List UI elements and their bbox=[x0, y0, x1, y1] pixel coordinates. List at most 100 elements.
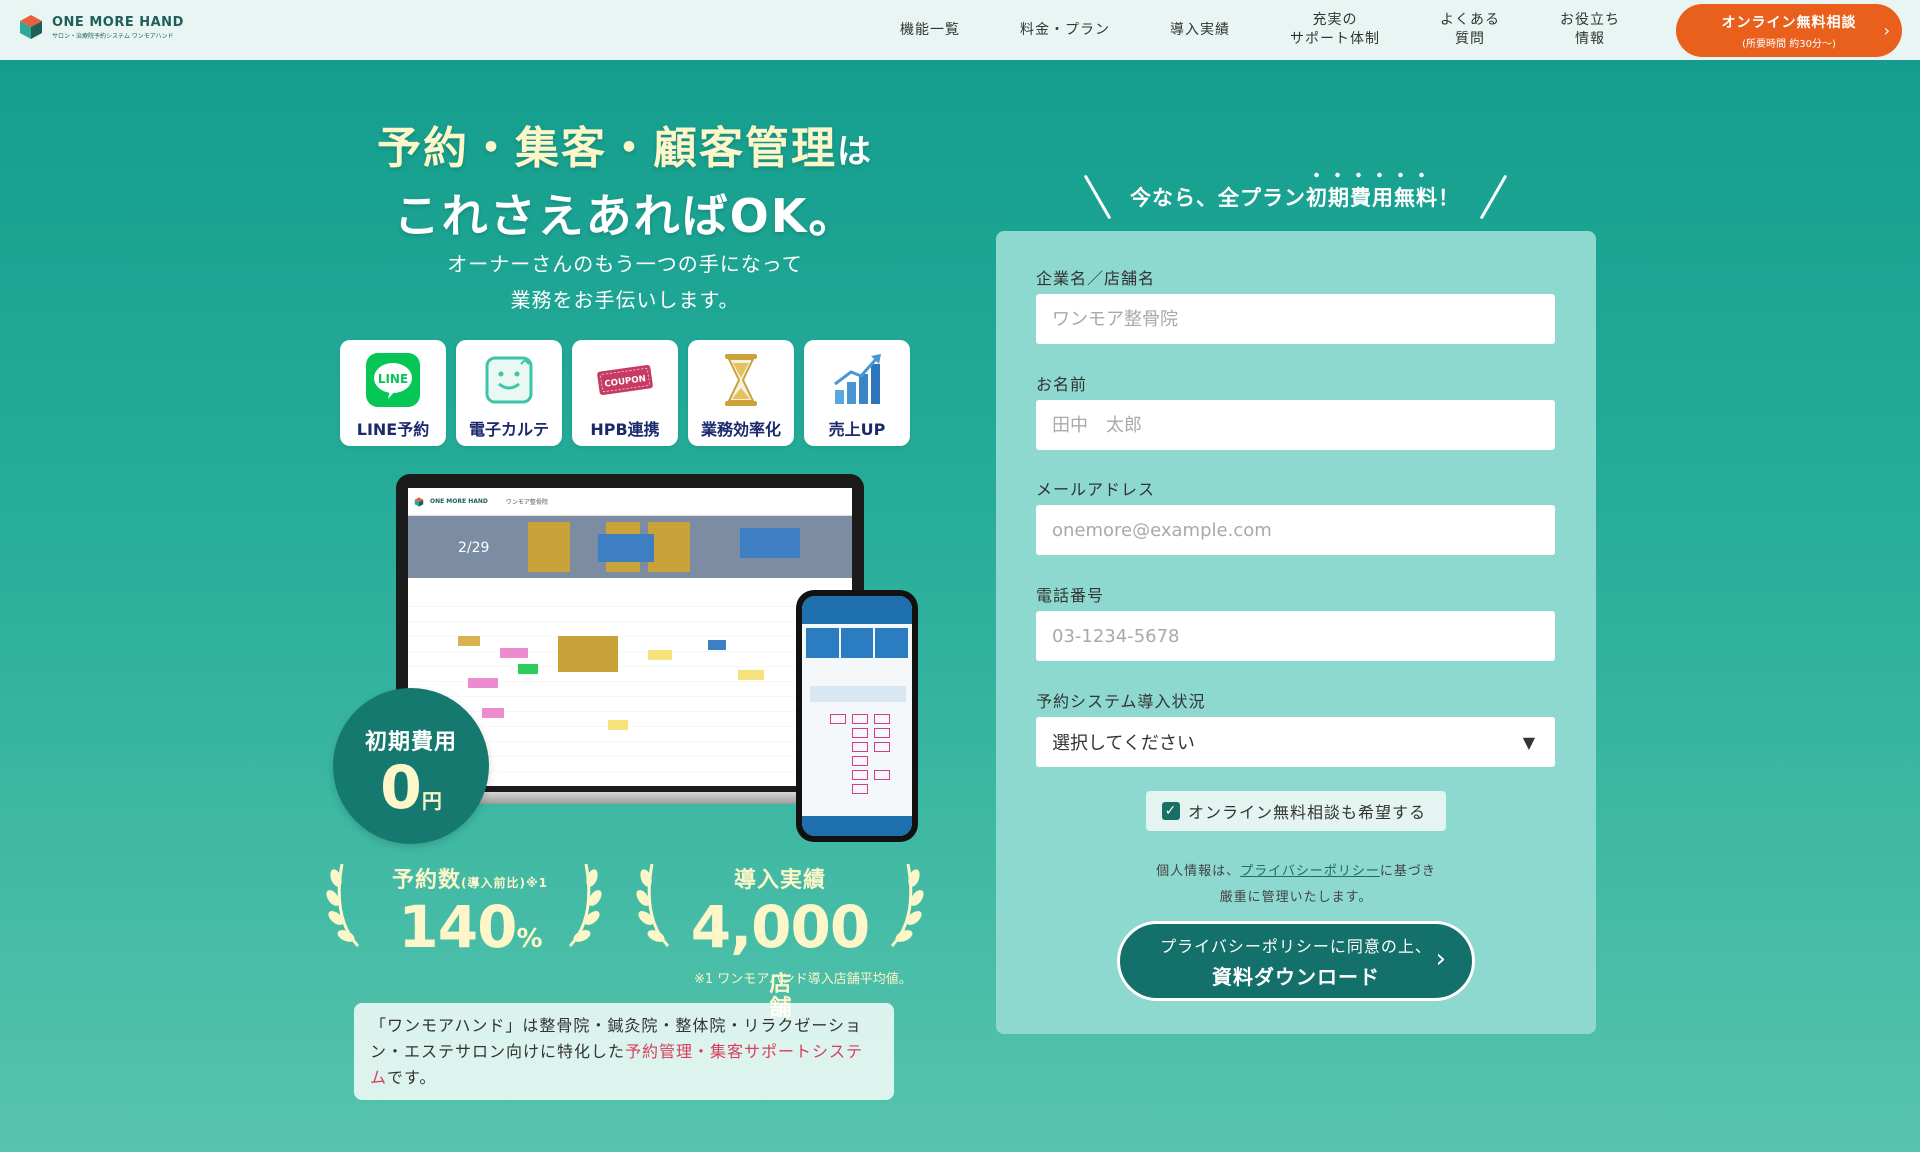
chevron-right-icon: › bbox=[1883, 21, 1890, 40]
hero-title: 予約・集客・顧客管理は これさえあればOK。 bbox=[330, 112, 920, 246]
form-heading: 今なら、全プラン初期費用無料！ bbox=[1080, 158, 1510, 220]
feature-sales-up: 売上UP bbox=[804, 340, 910, 446]
name-input[interactable] bbox=[1036, 400, 1555, 450]
stat-introductions-caption: 導入実績 bbox=[733, 868, 826, 893]
company-input[interactable] bbox=[1036, 294, 1555, 344]
nav-item-faq[interactable]: よくある 質問 bbox=[1410, 11, 1530, 49]
privacy-text-line2: 厳重に管理いたします。 bbox=[1219, 890, 1373, 905]
hero-subtitle-line2: 業務をお手伝いします。 bbox=[510, 288, 740, 312]
nav-item-cases[interactable]: 導入実績 bbox=[1140, 21, 1260, 40]
online-consult-checkbox-label: オンライン無料相談も希望する bbox=[1188, 803, 1427, 822]
feature-line-reservation: LINE LINE予約 bbox=[340, 340, 446, 446]
stat-reservations-caption: 予約数 bbox=[391, 868, 461, 893]
initial-cost-number: 0 bbox=[380, 753, 422, 823]
coupon-icon: COUPON bbox=[595, 350, 655, 410]
nav-item-support[interactable]: 充実の サポート体制 bbox=[1260, 11, 1410, 49]
app-brand: ONE MORE HAND bbox=[430, 498, 488, 505]
app-store-name: ワンモア整骨院 bbox=[505, 499, 548, 506]
feature-label: LINE予約 bbox=[356, 420, 430, 439]
email-label: メールアドレス bbox=[1036, 480, 1156, 499]
online-consult-label: オンライン無料相談 bbox=[1721, 14, 1857, 31]
laurel-left-icon bbox=[326, 863, 360, 948]
feature-label: 売上UP bbox=[828, 420, 886, 439]
stat-footnote: ※1 ワンモアハンド導入店舗平均値。 bbox=[694, 972, 912, 987]
hero-title-line2: これさえあればOK。 bbox=[393, 189, 857, 243]
phone-app-tiles bbox=[802, 624, 912, 662]
main-nav: 機能一覧 料金・プラン 導入実績 充実の サポート体制 よくある 質問 お役立ち… bbox=[870, 0, 1650, 60]
nav-item-features[interactable]: 機能一覧 bbox=[870, 21, 990, 40]
system-status-label: 予約システム導入状況 bbox=[1036, 692, 1206, 711]
stat-introductions-value: 4,000 bbox=[690, 893, 870, 961]
feature-efficiency: 業務効率化 bbox=[688, 340, 794, 446]
svg-text:LINE: LINE bbox=[378, 372, 408, 386]
online-consult-checkbox-row[interactable]: ✓ オンライン無料相談も希望する bbox=[1146, 791, 1446, 831]
logo[interactable]: ONE MORE HAND サロン・治療院予約システム ワンモアハンド bbox=[18, 14, 184, 40]
system-status-value: 選択してください bbox=[1052, 733, 1195, 754]
feature-e-chart: 電子カルテ bbox=[456, 340, 562, 446]
hourglass-icon bbox=[711, 350, 771, 410]
stat-reservations: 予約数(導入前比)※1 140% bbox=[370, 862, 570, 972]
feature-list: LINE LINE予約 電子カルテ COUPON HPB連携 業務効率化 売上U… bbox=[340, 340, 910, 446]
laurel-right-icon bbox=[568, 863, 602, 948]
chevron-right-icon: › bbox=[1435, 944, 1446, 974]
feature-label: 業務効率化 bbox=[700, 420, 781, 439]
product-description: 「ワンモアハンド」は整骨院・鍼灸院・整体院・リラクゼーション・エステサロン向けに… bbox=[354, 1003, 894, 1100]
stat-reservations-caption-small: (導入前比) bbox=[461, 876, 526, 890]
online-consult-button[interactable]: オンライン無料相談 (所要時間 約30分〜) › bbox=[1676, 4, 1902, 57]
laurel-left-icon bbox=[636, 863, 670, 948]
hero-subtitle: オーナーさんのもう一つの手になって 業務をお手伝いします。 bbox=[330, 246, 920, 318]
privacy-text-end: に基づき bbox=[1379, 864, 1436, 879]
calendar-date: 2/29 bbox=[458, 540, 490, 556]
checkbox-checked-icon[interactable]: ✓ bbox=[1162, 802, 1180, 820]
company-label: 企業名／店舗名 bbox=[1036, 269, 1156, 288]
logo-mark-icon bbox=[18, 14, 44, 40]
app-header: ONE MORE HAND ワンモア整骨院 bbox=[408, 488, 852, 516]
tablet-chart-icon bbox=[479, 350, 539, 410]
phone-input[interactable] bbox=[1036, 611, 1555, 661]
name-label: お名前 bbox=[1036, 375, 1088, 394]
logo-subtext: サロン・治療院予約システム ワンモアハンド bbox=[52, 32, 174, 40]
heading-slash-right bbox=[1479, 174, 1508, 220]
submit-label-line2: 資料ダウンロード bbox=[1212, 964, 1380, 989]
site-header: ONE MORE HAND サロン・治療院予約システム ワンモアハンド 機能一覧… bbox=[0, 0, 1920, 60]
laurel-right-icon bbox=[890, 863, 924, 948]
calendar-band: 2/29 bbox=[408, 516, 852, 578]
download-form: 企業名／店舗名 お名前 メールアドレス 電話番号 予約システム導入状況 選択して… bbox=[996, 231, 1596, 1034]
phone-screen bbox=[802, 596, 912, 836]
heading-slash-left bbox=[1083, 174, 1112, 220]
initial-cost-title: 初期費用 bbox=[364, 730, 457, 755]
phone-label: 電話番号 bbox=[1036, 586, 1105, 605]
hero-title-particle: は bbox=[837, 132, 873, 172]
download-submit-button[interactable]: プライバシーポリシーに同意の上、 資料ダウンロード › bbox=[1117, 921, 1475, 1001]
hero-subtitle-line1: オーナーさんのもう一つの手になって bbox=[447, 252, 803, 276]
app-logo-icon bbox=[414, 496, 424, 507]
feature-hpb-link: COUPON HPB連携 bbox=[572, 340, 678, 446]
submit-label-line1: プライバシーポリシーに同意の上、 bbox=[1160, 936, 1432, 956]
email-input[interactable] bbox=[1036, 505, 1555, 555]
stat-introductions: 導入実績 4,000店舗 bbox=[680, 862, 880, 1026]
hero-title-keywords: 予約・集客・顧客管理 bbox=[377, 123, 837, 174]
stat-reservations-note-mark: ※1 bbox=[525, 876, 548, 890]
privacy-note: 個人情報は、プライバシーポリシーに基づき 厳重に管理いたします。 bbox=[996, 859, 1596, 911]
online-consult-duration: (所要時間 約30分〜) bbox=[1742, 38, 1836, 50]
form-heading-text: 今なら、全プラン初期費用無料！ bbox=[1130, 186, 1460, 210]
initial-cost-unit: 円 bbox=[421, 789, 442, 813]
privacy-policy-link[interactable]: プライバシーポリシー bbox=[1240, 864, 1380, 879]
feature-label: 電子カルテ bbox=[468, 420, 549, 439]
stat-reservations-unit: % bbox=[516, 924, 543, 954]
nav-item-resources[interactable]: お役立ち 情報 bbox=[1530, 11, 1650, 49]
line-icon: LINE bbox=[363, 350, 423, 410]
description-text-end: です。 bbox=[387, 1068, 437, 1087]
privacy-text: 個人情報は、 bbox=[1156, 864, 1241, 879]
feature-label: HPB連携 bbox=[590, 420, 660, 439]
emphasis-dots bbox=[1306, 172, 1434, 178]
phone-app-header bbox=[802, 596, 912, 624]
initial-cost-badge: 初期費用 0円 bbox=[333, 688, 489, 844]
caret-down-icon: ▼ bbox=[1522, 733, 1535, 752]
logo-text: ONE MORE HAND bbox=[52, 14, 184, 30]
stat-reservations-value: 140 bbox=[398, 893, 517, 961]
nav-item-pricing[interactable]: 料金・プラン bbox=[990, 21, 1140, 40]
system-status-select[interactable]: 選択してください ▼ bbox=[1036, 717, 1555, 767]
phone-mockup bbox=[796, 590, 918, 842]
bar-chart-up-icon bbox=[827, 350, 887, 410]
